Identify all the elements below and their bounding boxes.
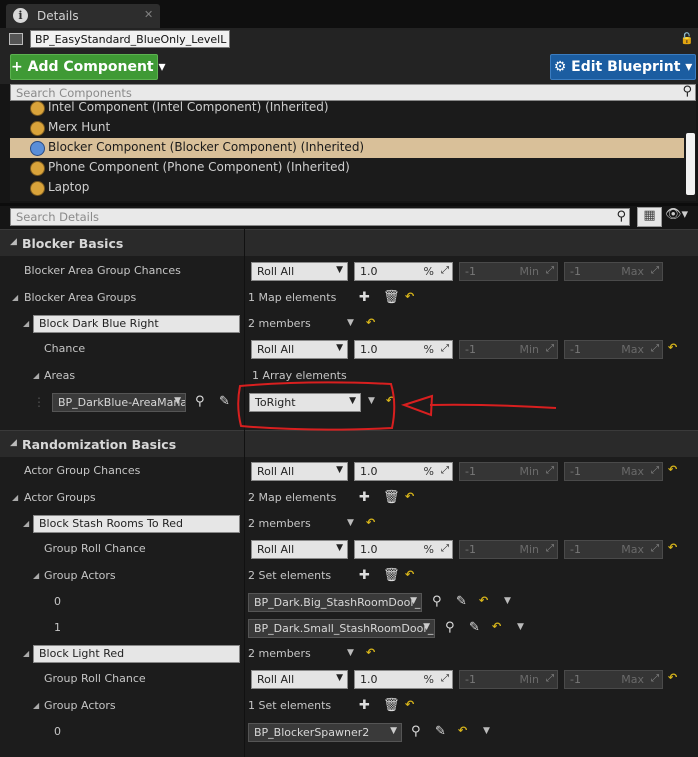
annotation-circle <box>237 381 396 431</box>
annotation-arrow-head <box>400 394 434 417</box>
annotation-arrow-shaft <box>429 403 557 409</box>
red-annotation <box>237 381 557 431</box>
